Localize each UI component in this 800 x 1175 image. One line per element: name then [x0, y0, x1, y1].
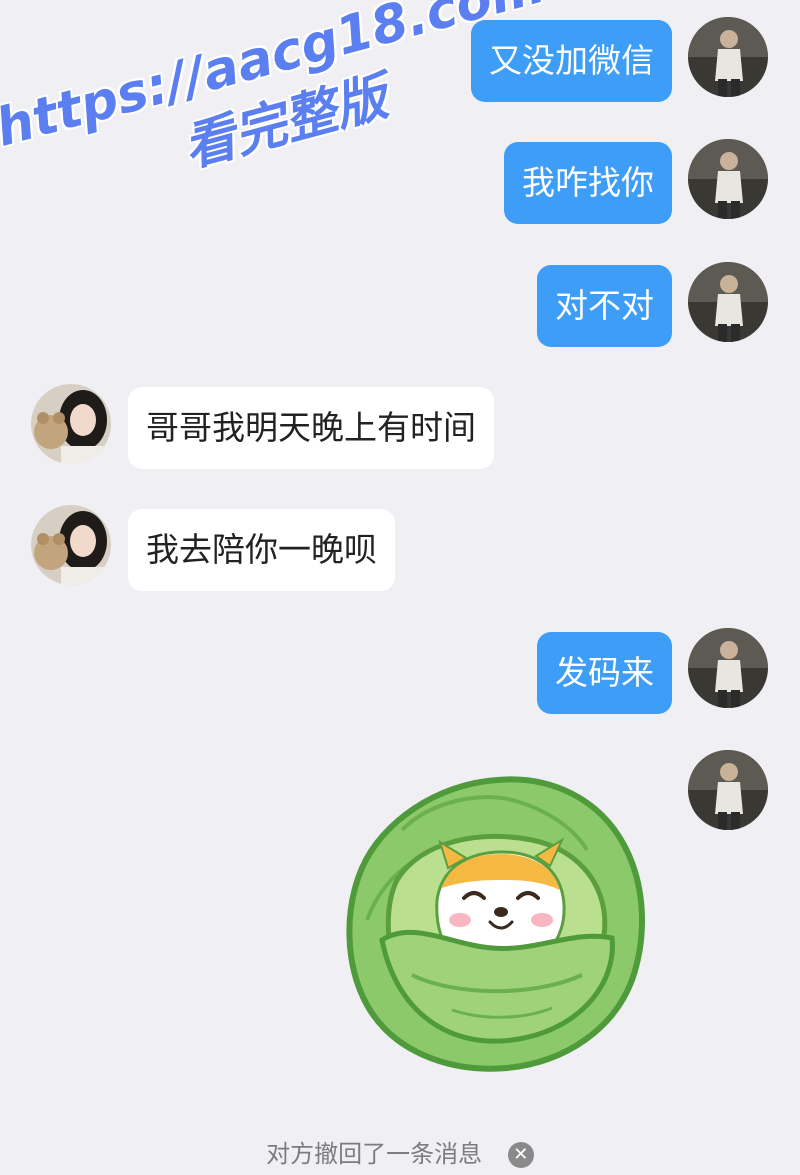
recall-notice-text: 对方撤回了一条消息 [266, 1140, 483, 1168]
watermark-url: https://aacg18.com [0, 0, 551, 159]
message-bubble-incoming[interactable]: 哥哥我明天晚上有时间 [128, 387, 494, 469]
message-text: 我去陪你一晚呗 [146, 530, 377, 569]
my-avatar[interactable] [688, 17, 768, 97]
message-text: 哥哥我明天晚上有时间 [146, 408, 476, 447]
message-bubble-outgoing[interactable]: 对不对 [537, 265, 672, 347]
message-bubble-outgoing[interactable]: 我咋找你 [504, 142, 672, 224]
message-text: 对不对 [555, 286, 654, 325]
my-avatar[interactable] [688, 139, 768, 219]
cabbage-shiba-sticker[interactable] [342, 770, 652, 1075]
chat-screen: 又没加微信 我咋找你 对不对 哥哥我明天晚上有时间 我去陪你一晚呗 发码来 对方… [0, 0, 800, 1175]
message-bubble-incoming[interactable]: 我去陪你一晚呗 [128, 509, 395, 591]
recall-notice: 对方撤回了一条消息 ✕ [0, 1134, 800, 1174]
message-text: 又没加微信 [489, 41, 654, 80]
message-text: 我咋找你 [522, 163, 654, 202]
contact-avatar[interactable] [31, 505, 111, 585]
close-icon[interactable]: ✕ [507, 1142, 534, 1168]
my-avatar[interactable] [688, 628, 768, 708]
my-avatar[interactable] [688, 262, 768, 342]
message-text: 发码来 [555, 653, 654, 692]
message-bubble-outgoing[interactable]: 发码来 [537, 632, 672, 714]
my-avatar[interactable] [688, 750, 768, 830]
message-bubble-outgoing[interactable]: 又没加微信 [471, 20, 672, 102]
contact-avatar[interactable] [31, 384, 111, 464]
